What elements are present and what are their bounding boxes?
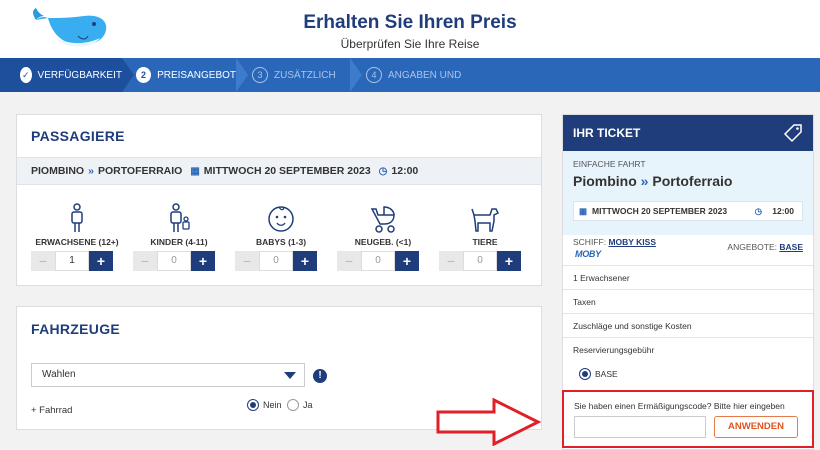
newborn-count[interactable]: 0 (361, 251, 395, 271)
step-additional[interactable]: 3 Zusätzlich (252, 58, 352, 92)
pets-plus-button[interactable]: + (497, 251, 521, 271)
pax-pets: TIERE − 0 + (439, 203, 531, 271)
pax-child: KINDER (4-11) − 0 + (133, 203, 225, 271)
pax-adult: ERWACHSENE (12+) − 1 + (31, 203, 123, 271)
step-label: Verfügbarkeit (37, 69, 122, 81)
promo-text: Sie haben einen Ermäßigungscode? Bitte h… (574, 401, 785, 411)
child-icon (170, 203, 190, 232)
adult-minus-button[interactable]: − (31, 251, 55, 271)
route-bar: PIOMBINO » PORTOFERRAIO ▦ MITTWOCH 20 SE… (17, 157, 541, 185)
double-chevron-icon: » (88, 165, 94, 177)
step-availability[interactable]: ✓ Verfügbarkeit (0, 58, 122, 92)
bike-radio-yes[interactable]: Ja (287, 399, 313, 411)
ship-info: SCHIFF: MOBY KISS (573, 237, 656, 247)
price-tag-icon (783, 124, 802, 143)
adult-count[interactable]: 1 (55, 251, 89, 271)
baby-stepper: − 0 + (235, 251, 327, 271)
calendar-icon: ▦ (579, 206, 588, 216)
page-title: Erhalten Sie Ihren Preis (303, 12, 517, 33)
line-item: Reservierungsgebühr (563, 337, 813, 361)
adult-icon (71, 203, 83, 232)
offer-link[interactable]: BASE (779, 242, 803, 252)
promo-code-input[interactable] (574, 416, 706, 438)
pax-baby: BABYS (1-3) − 0 + (235, 203, 327, 271)
adult-plus-button[interactable]: + (89, 251, 113, 271)
vehicles-title: FAHRZEUGE (31, 321, 121, 337)
promo-code-box: Sie haben einen Ermäßigungscode? Bitte h… (562, 390, 814, 448)
child-minus-button[interactable]: − (133, 251, 157, 271)
ticket-header: IHR TICKET (563, 115, 813, 151)
page-subtitle: Überprüfen Sie Ihre Reise (340, 37, 480, 51)
child-plus-button[interactable]: + (191, 251, 215, 271)
stroller-icon (370, 206, 395, 233)
info-icon[interactable]: ! (313, 369, 327, 383)
pets-stepper: − 0 + (439, 251, 531, 271)
line-item: 1 Erwachsener (563, 265, 813, 289)
vehicle-select[interactable]: Wahlen (31, 363, 305, 387)
newborn-plus-button[interactable]: + (395, 251, 419, 271)
line-item: Taxen (563, 289, 813, 313)
apply-button[interactable]: ANWENDEN (714, 416, 798, 438)
radio-icon (287, 399, 299, 411)
offer-info: ANGEBOTE: BASE (727, 242, 803, 252)
child-count[interactable]: 0 (157, 251, 191, 271)
dog-icon (471, 208, 500, 232)
ship-link[interactable]: MOBY KISS (608, 237, 656, 247)
step-price-offer[interactable]: 2 Preisangebot (136, 58, 236, 92)
baby-count[interactable]: 0 (259, 251, 293, 271)
red-arrow-icon (436, 398, 542, 446)
clock-icon: ◷ (378, 165, 388, 177)
step-label: Zusätzlich (274, 69, 336, 81)
newborn-stepper: − 0 + (337, 251, 429, 271)
adult-stepper: − 1 + (31, 251, 123, 271)
passengers-panel: PASSAGIERE PIOMBINO » PORTOFERRAIO ▦ MIT… (16, 114, 542, 286)
pax-newborn: NEUGEB. (<1) − 0 + (337, 203, 429, 271)
radio-selected-icon (579, 368, 591, 380)
pets-count[interactable]: 0 (463, 251, 497, 271)
check-icon: ✓ (20, 67, 32, 83)
step-label: Preisangebot (157, 69, 236, 81)
page-header: Erhalten Sie Ihren Preis Überprüfen Sie … (0, 0, 820, 58)
ticket-date: ▦ MITTWOCH 20 SEPTEMBER 2023 ◷ 12:00 (573, 201, 803, 221)
moby-brand-logo: MOBY (575, 249, 601, 259)
step-label: Angaben und (388, 69, 462, 81)
newborn-minus-button[interactable]: − (337, 251, 361, 271)
bike-radio-no[interactable]: Nein (247, 399, 282, 411)
baby-plus-button[interactable]: + (293, 251, 317, 271)
progress-steps: ✓ Verfügbarkeit 2 Preisangebot 3 Zusätzl… (0, 58, 820, 92)
bike-label: + Fahrrad (31, 405, 73, 416)
pets-minus-button[interactable]: − (439, 251, 463, 271)
base-option[interactable]: BASE (579, 368, 618, 380)
double-chevron-icon: » (640, 173, 649, 189)
step-details[interactable]: 4 Angaben und (366, 58, 486, 92)
clock-icon: ◷ (754, 206, 762, 216)
calendar-icon: ▦ (190, 165, 200, 177)
passengers-title: PASSAGIERE (31, 128, 125, 144)
baby-minus-button[interactable]: − (235, 251, 259, 271)
baby-icon (268, 206, 294, 232)
radio-selected-icon (247, 399, 259, 411)
caret-down-icon (284, 372, 296, 379)
line-item: Zuschläge und sonstige Kosten (563, 313, 813, 337)
ticket-route: EINFACHE FAHRT Piombino » Portoferraio ▦… (563, 151, 813, 235)
child-stepper: − 0 + (133, 251, 225, 271)
